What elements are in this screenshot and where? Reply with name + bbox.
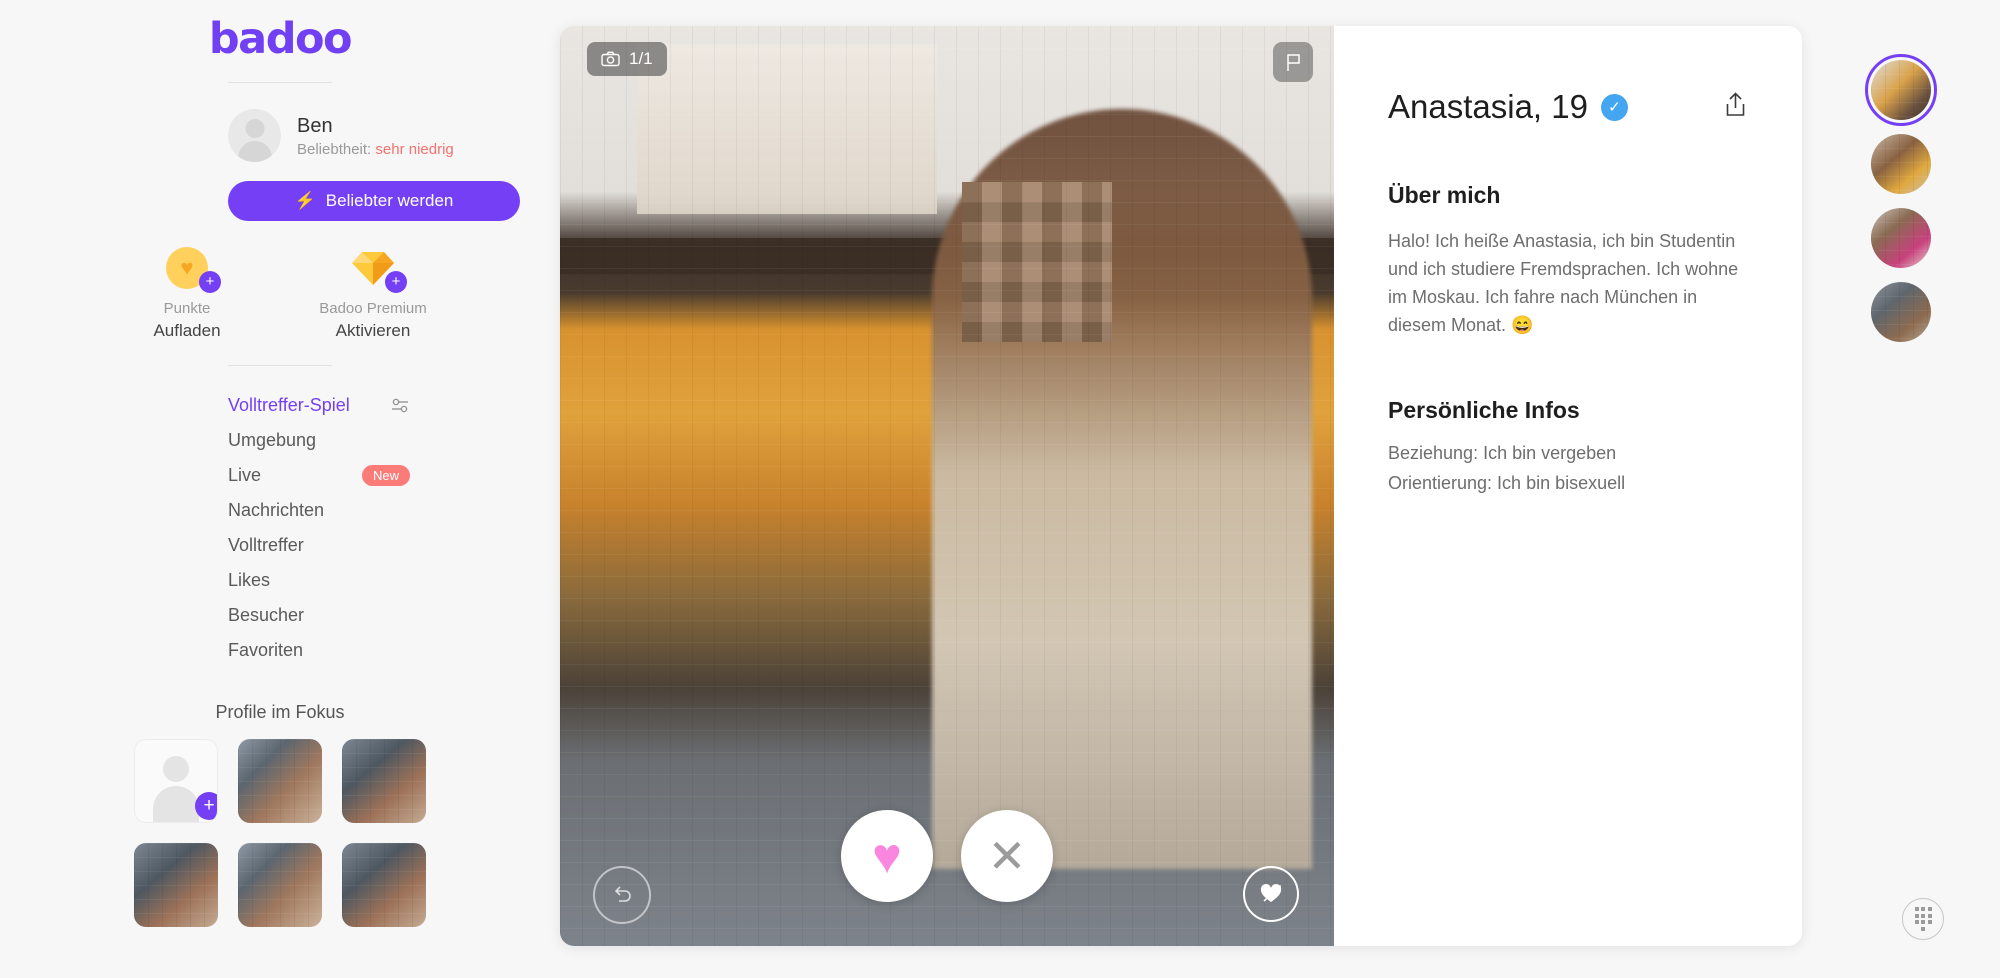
sidebar-item-live[interactable]: Live New [228, 458, 410, 493]
popularity: Beliebtheit: sehr niedrig [297, 141, 454, 158]
photo-counter: 1/1 [587, 42, 667, 76]
purchase-tiles: ♥ + Punkte Aufladen + Badoo Premium Akti… [0, 245, 560, 341]
rail-thumb[interactable] [1871, 134, 1931, 194]
user-name: Ben [297, 114, 333, 137]
page-title: Anastasia, 19 [1388, 88, 1588, 125]
tile-premium[interactable]: + Badoo Premium Aktivieren [313, 245, 433, 341]
pixelated-face [962, 182, 1113, 343]
avatar[interactable] [228, 109, 281, 162]
verified-check-icon: ✓ [1600, 93, 1628, 121]
gem-icon: + [313, 245, 433, 293]
tile-credits-caption: Punkte [163, 300, 211, 317]
become-popular-button[interactable]: ⚡ Beliebter werden [228, 181, 520, 221]
divider [228, 365, 332, 366]
sidebar-item-umgebung[interactable]: Umgebung [228, 423, 410, 458]
focus-thumb[interactable] [238, 843, 322, 927]
rail-thumb[interactable] [1871, 208, 1931, 268]
nav-label: Umgebung [228, 430, 317, 450]
main-nav: Volltreffer-Spiel Umgebung Live New Nach… [0, 388, 560, 668]
sliders-icon[interactable] [390, 396, 410, 416]
sidebar-item-nachrichten[interactable]: Nachrichten [228, 493, 410, 528]
sidebar-item-volltreffer-spiel[interactable]: Volltreffer-Spiel [228, 388, 410, 423]
user-meta: Ben Beliebtheit: sehr niedrig [297, 114, 454, 158]
share-button[interactable] [1723, 91, 1748, 123]
sidebar-item-favoriten[interactable]: Favoriten [228, 633, 410, 668]
profiles-in-focus-title: Profile im Fokus [215, 702, 345, 722]
grid-view-button[interactable] [1902, 898, 1944, 940]
nav-label: Volltreffer [228, 535, 304, 555]
add-profile-cell[interactable]: + [134, 739, 218, 823]
nav-label: Nachrichten [228, 500, 325, 520]
report-flag-button[interactable] [1273, 42, 1313, 82]
heart-arrow-icon [1260, 883, 1282, 902]
like-button[interactable]: ♥ [841, 810, 933, 902]
heart-icon: ♥ [872, 828, 902, 884]
rail-thumb[interactable] [1871, 282, 1931, 342]
photo-counter-label: 1/1 [629, 49, 653, 68]
focus-thumb[interactable] [342, 843, 426, 927]
profiles-in-focus-grid: + [0, 739, 560, 927]
camera-icon [601, 51, 620, 67]
photo-rail [1802, 0, 2000, 978]
focus-thumb[interactable] [342, 739, 426, 823]
grid-menu-icon [1914, 907, 1932, 931]
badoo-app: badoo Ben Beliebtheit: sehr niedrig ⚡ Be… [0, 0, 2000, 978]
about-text: Halo! Ich heiße Anastasia, ich bin Stude… [1388, 231, 1739, 335]
badoo-logo[interactable]: badoo [0, 14, 560, 64]
nav-label: Likes [228, 570, 271, 590]
photo-background [637, 44, 938, 215]
profile-card: 1/1 ♥ ✕ Anastasia, 19 ✓ Über mich Halo! … [560, 26, 1802, 946]
focus-thumb[interactable] [238, 739, 322, 823]
focus-thumb[interactable] [134, 843, 218, 927]
sidebar-item-besucher[interactable]: Besucher [228, 598, 410, 633]
nav-label: Favoriten [228, 640, 304, 660]
profile-info: Anastasia, 19 ✓ Über mich Halo! Ich heiß… [1334, 26, 1802, 946]
personal-info-title: Persönliche Infos [1388, 397, 1580, 423]
sidebar-item-likes[interactable]: Likes [228, 563, 410, 598]
sidebar-item-volltreffer[interactable]: Volltreffer [228, 528, 410, 563]
personal-info-row: Beziehung: Ich bin vergeben [1388, 443, 1617, 463]
personal-info-row: Orientierung: Ich bin bisexuell [1388, 473, 1626, 493]
nav-label: Besucher [228, 605, 305, 625]
flag-icon [1286, 53, 1300, 71]
popularity-value: sehr niedrig [375, 140, 454, 158]
swipe-actions: ♥ ✕ [560, 810, 1334, 902]
plus-icon: + [195, 792, 217, 820]
popularity-label: Beliebtheit: [297, 140, 372, 158]
bolt-icon: ⚡ [294, 191, 316, 210]
nav-label: Volltreffer-Spiel [228, 395, 350, 415]
profile-name-row: Anastasia, 19 ✓ [1388, 88, 1748, 126]
coin-heart-icon: ♥ + [127, 245, 247, 293]
about-title: Über mich [1388, 182, 1501, 208]
tile-premium-action: Aktivieren [335, 321, 411, 340]
become-popular-label: Beliebter werden [325, 191, 454, 210]
nav-label: Live [228, 465, 262, 485]
tile-credits[interactable]: ♥ + Punkte Aufladen [127, 245, 247, 341]
crush-button[interactable] [1243, 866, 1299, 922]
plus-icon: + [199, 271, 221, 293]
logo-container: badoo [0, 0, 560, 64]
tile-premium-caption: Badoo Premium [319, 300, 427, 317]
new-badge: New [361, 465, 410, 486]
profile-photo[interactable]: 1/1 ♥ ✕ [560, 26, 1334, 946]
share-icon [1726, 92, 1745, 116]
close-icon: ✕ [987, 830, 1027, 882]
rail-thumb-selected[interactable] [1865, 54, 1937, 126]
pass-button[interactable]: ✕ [961, 810, 1053, 902]
photo-thumbnails [1802, 0, 2000, 342]
current-user-row[interactable]: Ben Beliebtheit: sehr niedrig [0, 83, 560, 162]
plus-icon: + [385, 271, 407, 293]
tile-credits-action: Aufladen [153, 321, 221, 340]
sidebar: badoo Ben Beliebtheit: sehr niedrig ⚡ Be… [0, 0, 560, 978]
